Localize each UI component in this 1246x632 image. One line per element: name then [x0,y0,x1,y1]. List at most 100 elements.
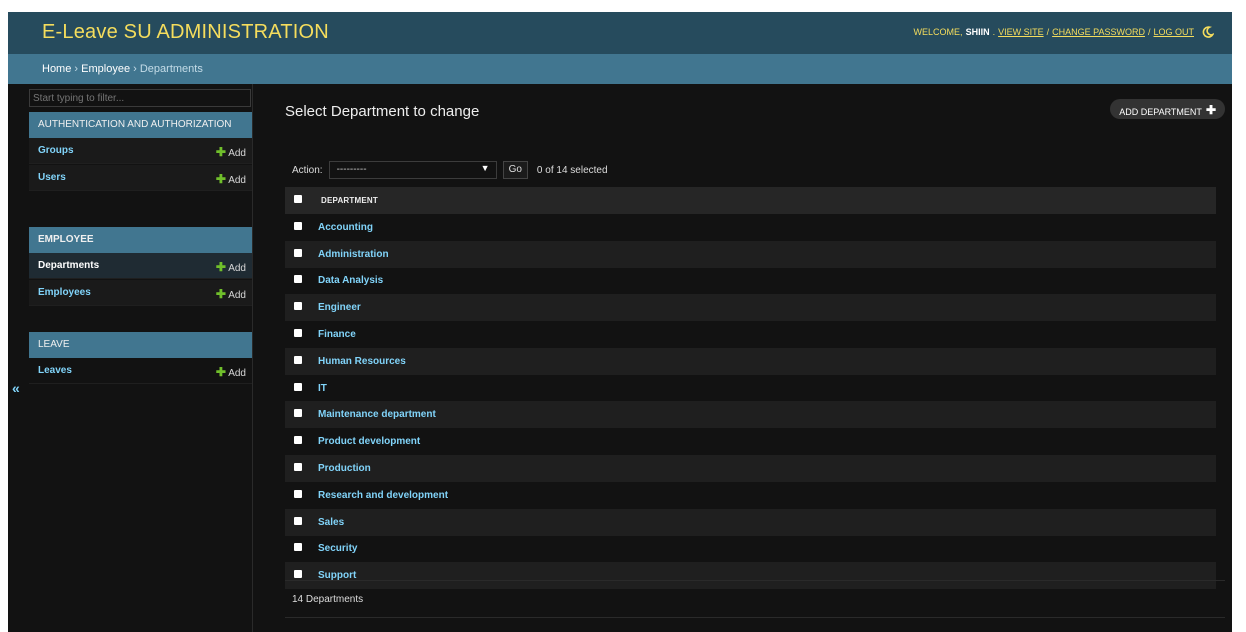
add-department-button[interactable]: ADD DEPARTMENT ✚ [1110,99,1225,119]
action-select-value: --------- [336,164,367,175]
table-row: Maintenance department [285,401,1216,429]
plus-icon: ✚ [215,260,226,274]
sidebar-item-employees: Employees ✚ Add [29,280,252,306]
sidebar-filter-input[interactable] [29,89,251,107]
module-header-auth[interactable]: AUTHENTICATION AND AUTHORIZATION [29,112,252,138]
table-row: Security [285,535,1216,562]
sidebar-item-label[interactable]: Leaves [38,365,72,376]
main-content: Select Department to change ADD DEPARTME… [285,84,1225,632]
table-row: Engineer [285,294,1216,322]
add-employees-link[interactable]: ✚ Add [216,287,246,301]
table-row: Administration [285,240,1216,268]
plus-icon: ✚ [215,287,226,301]
department-link[interactable]: IT [318,383,327,394]
breadcrumb-separator: › [133,63,137,75]
row-checkbox[interactable] [294,221,302,230]
change-password-link[interactable]: CHANGE PASSWORD [1052,27,1145,37]
breadcrumb-current: Departments [139,63,203,75]
sidebar-item-groups: Groups ✚ Add [29,138,252,164]
department-link[interactable]: Administration [318,249,389,260]
add-groups-link[interactable]: ✚ Add [216,145,246,159]
department-link[interactable]: Engineer [318,302,361,313]
row-checkbox[interactable] [294,382,302,391]
sidebar-item-departments: Departments ✚ Add [29,253,252,279]
table-row: Data Analysis [285,267,1216,294]
table-row: Sales [285,508,1216,536]
row-checkbox[interactable] [294,489,302,498]
table-row: Production [285,455,1216,482]
add-leaves-link[interactable]: ✚ Add [216,365,246,379]
department-link[interactable]: Production [318,463,371,474]
action-bar: Action: --------- ▼ Go 0 of 14 selected [292,159,608,181]
go-button[interactable]: Go [502,161,528,179]
sidebar: AUTHENTICATION AND AUTHORIZATION Groups … [29,84,253,632]
result-count: 14 Departments [292,594,364,605]
row-checkbox[interactable] [294,570,302,579]
separator: / [1147,27,1151,37]
department-link[interactable]: Product development [318,436,420,447]
plus-icon: ✚ [1205,103,1216,117]
separator: / [1046,27,1050,37]
department-link[interactable]: Accounting [318,222,373,233]
view-site-link[interactable]: VIEW SITE [998,27,1044,37]
row-checkbox[interactable] [294,329,302,337]
paginator: 14 Departments [285,580,1225,618]
row-checkbox[interactable] [294,302,302,311]
add-departments-link[interactable]: ✚ Add [216,260,246,274]
module-header-leave[interactable]: LEAVE [29,332,252,358]
department-link[interactable]: Data Analysis [318,275,383,286]
module-header-employee[interactable]: EMPLOYEE [29,227,252,253]
table-row: Research and development [285,482,1216,509]
breadcrumb-separator: › [74,63,79,75]
sidebar-item-users: Users ✚ Add [29,165,252,191]
sidebar-item-label[interactable]: Employees [38,287,91,298]
breadcrumb: Home › Employee › Departments [8,54,1232,84]
row-checkbox[interactable] [294,463,302,471]
add-users-link[interactable]: ✚ Add [216,172,246,186]
page-title: Select Department to change [285,103,480,120]
moon-icon[interactable] [1202,26,1215,38]
header-bar: E-Leave SU ADMINISTRATION WELCOME, SHIIN… [8,12,1232,54]
user-tools: WELCOME, SHIIN. VIEW SITE / CHANGE PASSW… [914,26,1215,38]
department-link[interactable]: Maintenance department [318,409,436,420]
chevron-down-icon: ▼ [480,163,490,173]
action-select[interactable]: --------- ▼ [328,161,497,179]
department-link[interactable]: Research and development [318,490,448,501]
sidebar-item-label[interactable]: Users [38,172,66,183]
row-checkbox[interactable] [294,409,302,418]
plus-icon: ✚ [215,365,226,379]
department-link[interactable]: Sales [318,517,344,528]
row-checkbox[interactable] [294,543,302,552]
department-link[interactable]: Human Resources [318,356,406,367]
sidebar-item-label[interactable]: Departments [38,260,99,271]
department-link[interactable]: Finance [318,329,356,340]
plus-icon: ✚ [215,145,226,159]
table-row: Human Resources [285,347,1216,375]
table-row: IT [285,375,1216,402]
sidebar-item-leaves: Leaves ✚ Add [29,358,252,384]
table-header: DEPARTMENT [285,187,1216,214]
plus-icon: ✚ [215,172,226,186]
table-row: Finance [285,321,1216,348]
selected-count: 0 of 14 selected [536,164,608,176]
sidebar-item-label[interactable]: Groups [38,145,74,156]
select-all-checkbox[interactable] [294,195,302,203]
log-out-link[interactable]: LOG OUT [1153,27,1194,37]
breadcrumb-home[interactable]: Home [42,63,71,75]
table-row: Product development [285,428,1216,455]
row-checkbox[interactable] [294,275,302,284]
column-header-department[interactable]: DEPARTMENT [321,196,378,205]
site-title[interactable]: E-Leave SU ADMINISTRATION [42,21,329,44]
admin-window: E-Leave SU ADMINISTRATION WELCOME, SHIIN… [8,12,1232,632]
department-link[interactable]: Security [318,543,357,554]
add-department-label: ADD DEPARTMENT [1119,107,1202,117]
row-checkbox[interactable] [294,355,302,364]
row-checkbox[interactable] [294,436,302,445]
breadcrumb-employee[interactable]: Employee [81,63,130,75]
row-checkbox[interactable] [294,248,302,257]
sidebar-collapse-button[interactable]: « [12,380,20,396]
username: SHIIN [965,27,990,37]
action-label: Action: [292,164,323,176]
row-checkbox[interactable] [294,516,302,525]
table-row: Accounting [285,214,1216,241]
